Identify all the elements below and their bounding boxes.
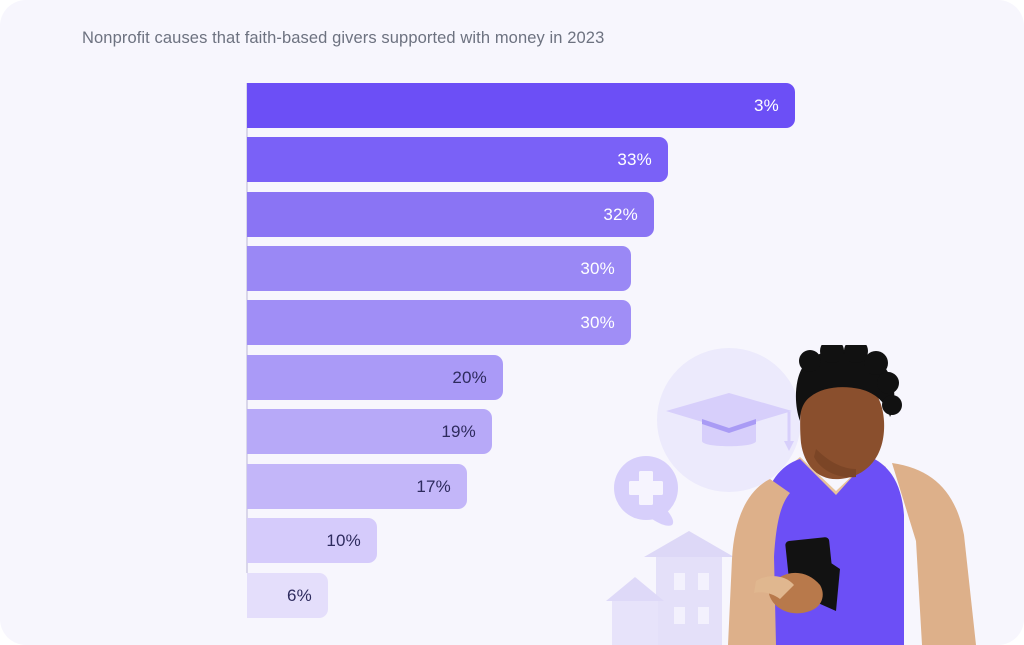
bar-value-label: 33% xyxy=(617,149,652,169)
bar-value-label: 10% xyxy=(326,530,361,550)
bar-other[interactable]: 6% xyxy=(247,573,328,618)
bar-health-care-medical-research[interactable]: 30% xyxy=(247,300,631,345)
bar-arts-and-culture[interactable]: 10% xyxy=(247,518,377,563)
bar-chart: Youth and family services 3% Education 3… xyxy=(0,0,1024,645)
screenshot-root: Nonprofit causes that faith-based givers… xyxy=(0,0,1024,645)
bar-value-label: 6% xyxy=(287,585,312,605)
bar-domestic-relief-disaster[interactable]: 30% xyxy=(247,246,631,291)
chart-card: Nonprofit causes that faith-based givers… xyxy=(0,0,1024,645)
bar-domestic-relief-poverty[interactable]: 32% xyxy=(247,192,654,237)
bar-civil-rights-organizations[interactable]: 19% xyxy=(247,409,492,454)
bar-value-label: 30% xyxy=(580,312,615,332)
bar-international-relief[interactable]: 20% xyxy=(247,355,503,400)
bar-value-label: 30% xyxy=(580,258,615,278)
bar-environment[interactable]: 17% xyxy=(247,464,467,509)
bar-value-label: 3% xyxy=(754,95,779,115)
bar-youth-and-family-services[interactable]: 3% xyxy=(247,83,795,128)
bar-value-label: 32% xyxy=(603,204,638,224)
bar-value-label: 19% xyxy=(441,421,476,441)
bar-education[interactable]: 33% xyxy=(247,137,668,182)
bar-value-label: 20% xyxy=(452,367,487,387)
bar-value-label: 17% xyxy=(416,476,451,496)
